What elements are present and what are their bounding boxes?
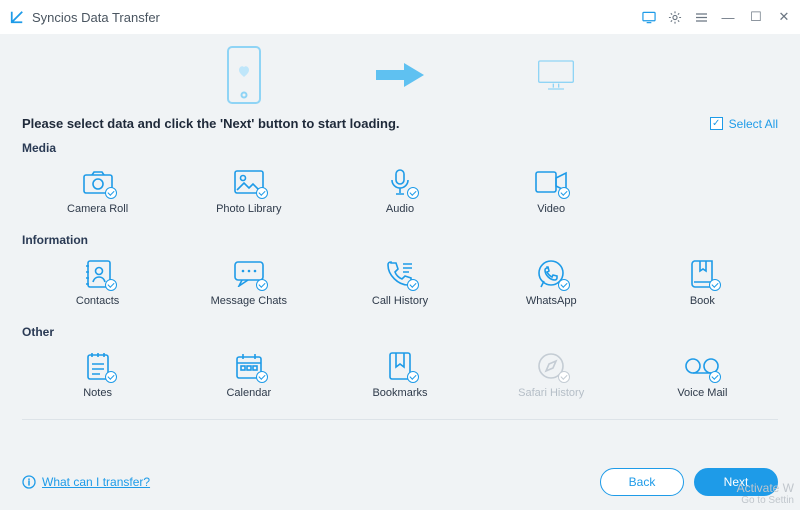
other-grid: Notes Calendar Bookmarks Safari History …	[22, 343, 778, 407]
close-button[interactable]: ✕	[776, 9, 792, 25]
video-icon	[534, 167, 568, 197]
item-label: Call History	[372, 295, 428, 307]
item-label: Calendar	[226, 387, 271, 399]
item-label: Camera Roll	[67, 203, 128, 215]
help-link[interactable]: What can I transfer?	[22, 475, 150, 489]
item-camera-roll[interactable]: Camera Roll	[22, 159, 173, 223]
voicemail-icon	[685, 351, 719, 381]
notes-icon	[81, 351, 115, 381]
titlebar-controls: — ☐ ✕	[642, 9, 792, 25]
item-notes[interactable]: Notes	[22, 343, 173, 407]
item-whatsapp[interactable]: WhatsApp	[476, 251, 627, 315]
source-device-icon	[224, 45, 264, 105]
item-label: Notes	[83, 387, 112, 399]
gear-icon[interactable]	[668, 10, 682, 24]
calendar-icon	[232, 351, 266, 381]
item-label: Message Chats	[211, 295, 287, 307]
instruction-row: Please select data and click the 'Next' …	[22, 116, 778, 131]
contacts-icon	[81, 259, 115, 289]
media-grid: Camera Roll Photo Library Audio Video	[22, 159, 778, 223]
item-audio[interactable]: Audio	[324, 159, 475, 223]
compass-icon	[534, 351, 568, 381]
app-title: Syncios Data Transfer	[32, 10, 160, 25]
item-label: Bookmarks	[372, 387, 427, 399]
select-all-toggle[interactable]: ✓ Select All	[710, 117, 778, 131]
item-label: Book	[690, 295, 715, 307]
menu-icon[interactable]	[694, 10, 708, 24]
item-photo-library[interactable]: Photo Library	[173, 159, 324, 223]
item-calendar[interactable]: Calendar	[173, 343, 324, 407]
arrow-icon	[374, 61, 426, 89]
windows-activation-watermark: Activate W Go to Settin	[737, 482, 794, 506]
book-icon	[685, 259, 719, 289]
footer: What can I transfer? Back Next	[0, 454, 800, 510]
section-media-title: Media	[22, 141, 778, 155]
item-book[interactable]: Book	[627, 251, 778, 315]
item-bookmarks[interactable]: Bookmarks	[324, 343, 475, 407]
item-call-history[interactable]: Call History	[324, 251, 475, 315]
information-grid: Contacts Message Chats Call History What…	[22, 251, 778, 315]
item-label: Voice Mail	[677, 387, 727, 399]
select-all-label: Select All	[729, 117, 778, 131]
app-logo-icon	[10, 10, 24, 24]
item-safari-history[interactable]: Safari History	[476, 343, 627, 407]
bookmark-icon	[383, 351, 417, 381]
item-label: WhatsApp	[526, 295, 577, 307]
footer-divider	[22, 419, 778, 420]
item-label: Safari History	[518, 387, 584, 399]
app-brand: Syncios Data Transfer	[10, 10, 160, 25]
screen-icon[interactable]	[642, 10, 656, 24]
item-contacts[interactable]: Contacts	[22, 251, 173, 315]
titlebar: Syncios Data Transfer — ☐ ✕	[0, 0, 800, 34]
item-label: Video	[537, 203, 565, 215]
help-label[interactable]: What can I transfer?	[42, 475, 150, 489]
section-information-title: Information	[22, 233, 778, 247]
item-label: Audio	[386, 203, 414, 215]
minimize-button[interactable]: —	[720, 10, 736, 25]
whatsapp-icon	[534, 259, 568, 289]
section-other-title: Other	[22, 325, 778, 339]
picture-icon	[232, 167, 266, 197]
item-voice-mail[interactable]: Voice Mail	[627, 343, 778, 407]
transfer-hero	[0, 34, 800, 116]
item-label: Photo Library	[216, 203, 281, 215]
back-button[interactable]: Back	[600, 468, 684, 496]
item-message-chats[interactable]: Message Chats	[173, 251, 324, 315]
item-video[interactable]: Video	[476, 159, 627, 223]
instruction-text: Please select data and click the 'Next' …	[22, 116, 400, 131]
maximize-button[interactable]: ☐	[748, 9, 764, 25]
message-icon	[232, 259, 266, 289]
info-icon	[22, 475, 36, 489]
phone-list-icon	[383, 259, 417, 289]
camera-icon	[81, 167, 115, 197]
item-label: Contacts	[76, 295, 119, 307]
target-device-icon	[536, 45, 576, 105]
select-all-checkbox-icon: ✓	[710, 117, 723, 130]
microphone-icon	[383, 167, 417, 197]
